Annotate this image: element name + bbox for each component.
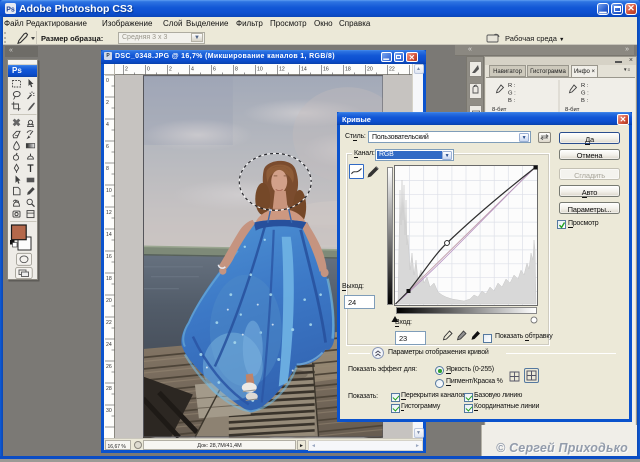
svg-text:22: 22 (106, 320, 112, 326)
svg-text:12: 12 (279, 67, 285, 73)
svg-text:2: 2 (125, 67, 128, 73)
svg-text:14: 14 (301, 67, 307, 73)
svg-text:0: 0 (147, 67, 150, 73)
svg-text:6: 6 (213, 67, 216, 73)
svg-text:Ps: Ps (6, 7, 15, 14)
svg-text:18: 18 (106, 276, 112, 282)
svg-text:8: 8 (235, 67, 238, 73)
svg-text:4: 4 (191, 67, 194, 73)
svg-text:10: 10 (257, 67, 263, 73)
svg-text:16: 16 (106, 254, 112, 260)
svg-text:20: 20 (367, 67, 373, 73)
svg-text:R :: R : (581, 83, 589, 89)
svg-text:24: 24 (106, 342, 112, 348)
svg-text:R :: R : (508, 83, 516, 89)
svg-text:6: 6 (106, 144, 109, 150)
svg-text:18: 18 (345, 67, 351, 73)
svg-text:30: 30 (106, 408, 112, 414)
svg-text:10: 10 (106, 188, 112, 194)
svg-text:14: 14 (106, 232, 112, 238)
svg-text:26: 26 (106, 364, 112, 370)
svg-text:G :: G : (581, 91, 589, 97)
svg-text:4: 4 (106, 122, 109, 128)
svg-text:B :: B : (581, 98, 588, 104)
svg-text:8: 8 (106, 166, 109, 172)
svg-text:0: 0 (106, 78, 109, 84)
svg-text:16: 16 (323, 67, 329, 73)
svg-text:12: 12 (106, 210, 112, 216)
svg-text:G :: G : (508, 91, 516, 97)
svg-text:2: 2 (169, 67, 172, 73)
svg-text:28: 28 (106, 386, 112, 392)
svg-text:20: 20 (106, 298, 112, 304)
svg-text:2: 2 (106, 100, 109, 106)
svg-text:22: 22 (389, 67, 395, 73)
svg-text:B :: B : (508, 98, 515, 104)
